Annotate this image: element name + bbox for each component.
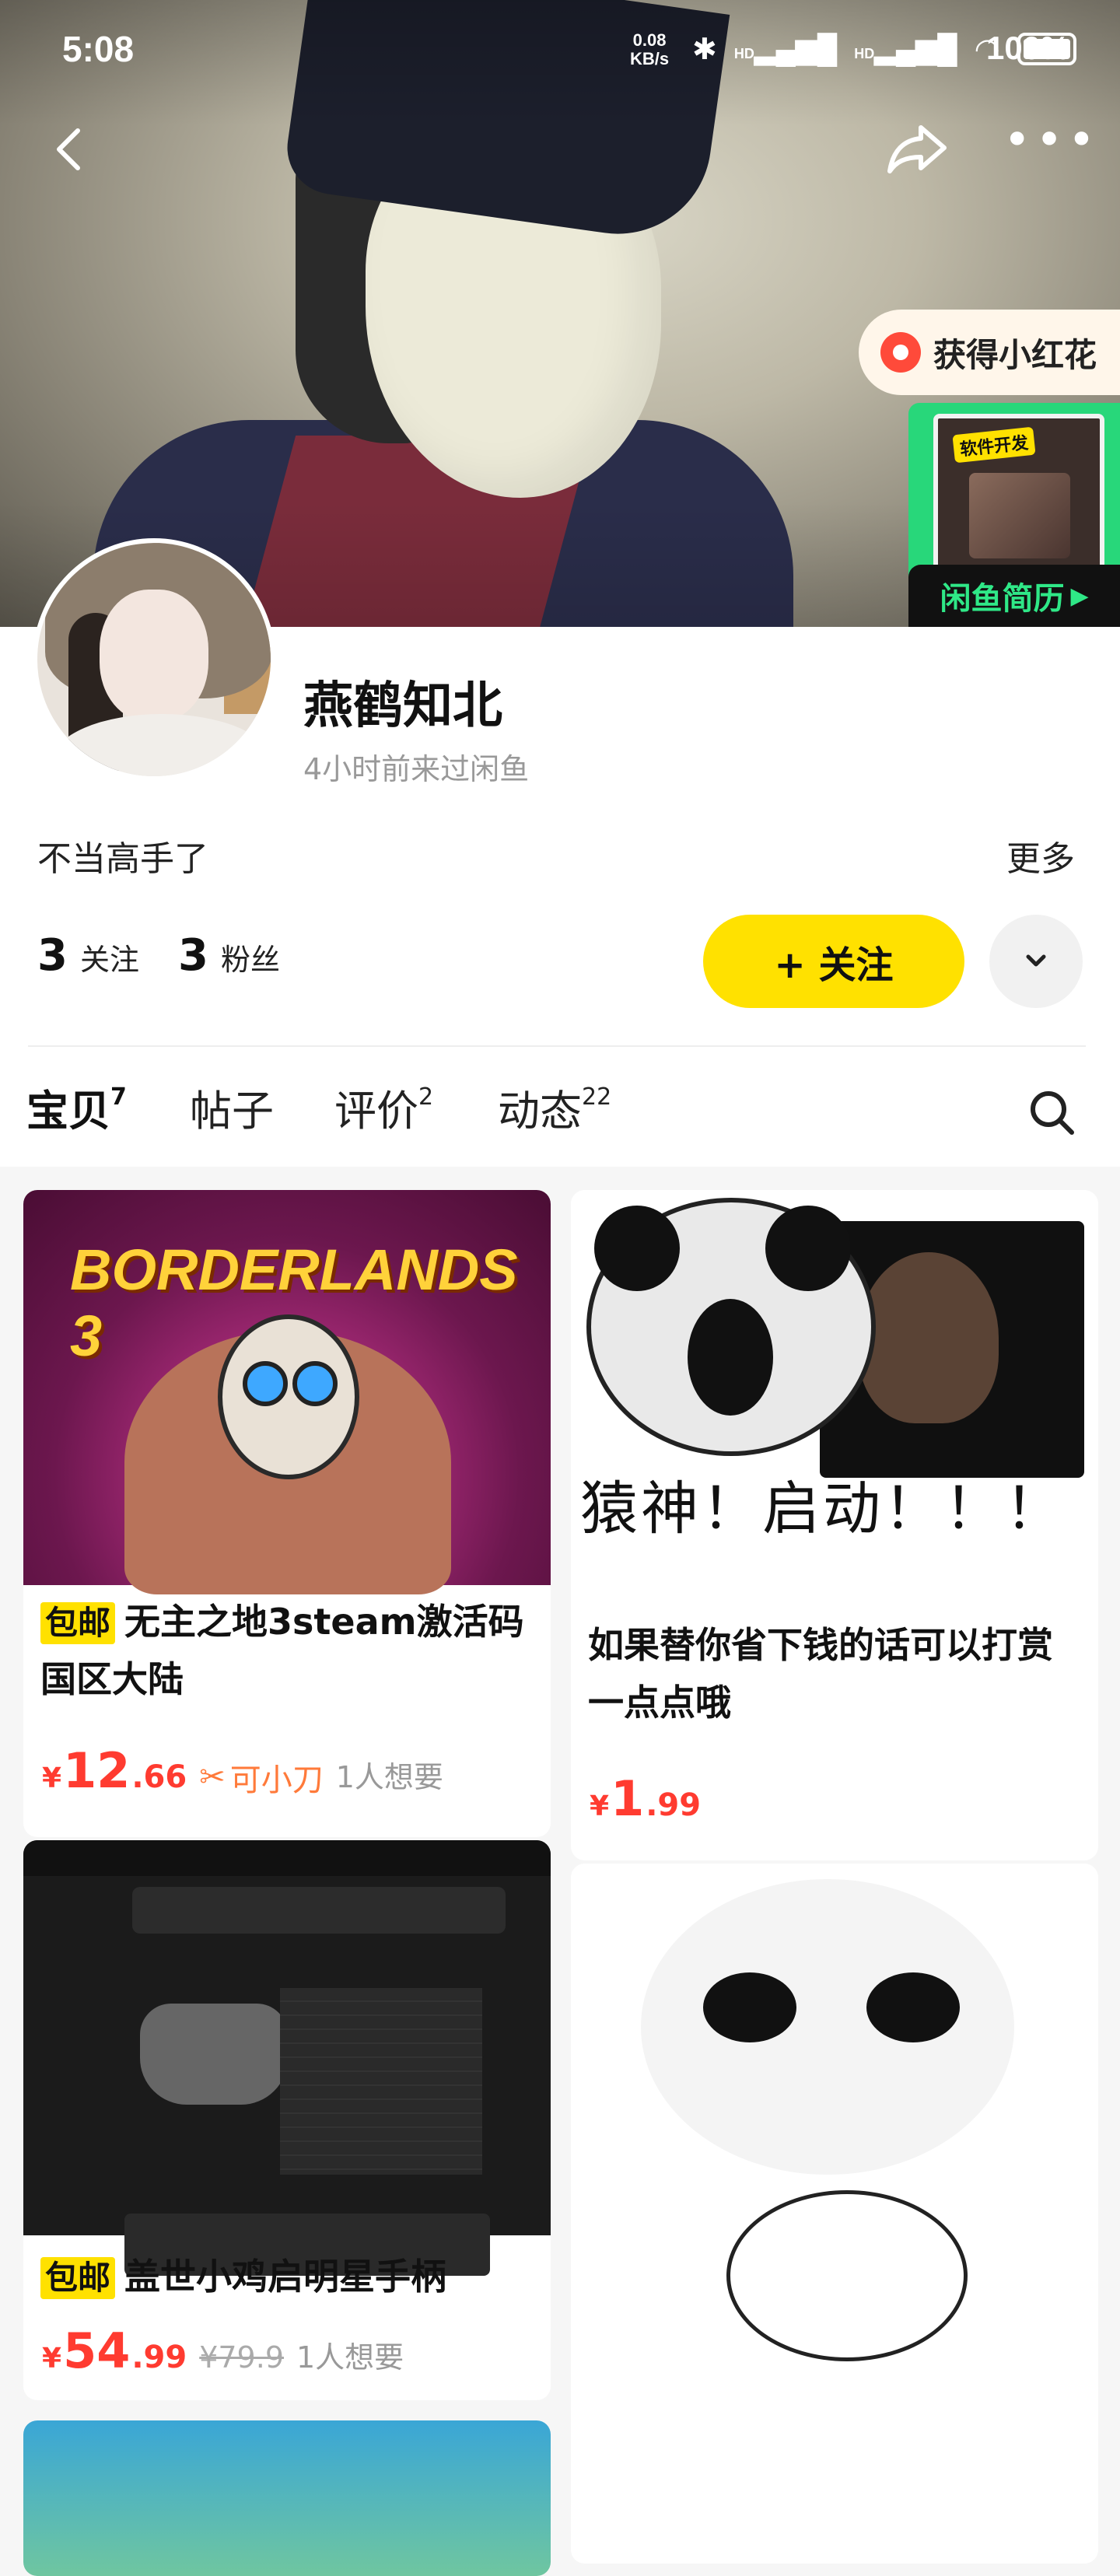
item-image: 猿神！启动！！！ (571, 1190, 1098, 1610)
price-row: ¥ 54 .99 ¥79.9 1人想要 (42, 2322, 404, 2379)
fans-label[interactable]: 粉丝 (221, 936, 280, 978)
item-title: 包邮 盖世小鸡启明星手柄 (40, 2248, 535, 2305)
item-card[interactable]: BORDERLANDS 3 包邮 无主之地3steam激活码国区大陆 ¥ 12 .… (23, 1190, 551, 1837)
status-time: 5:08 (62, 29, 135, 69)
item-image (23, 1840, 551, 2276)
tab-label: 宝贝 (26, 1087, 110, 1136)
currency-symbol: ¥ (42, 2343, 62, 2375)
tab-label: 评价 (334, 1087, 418, 1136)
divider (28, 1045, 1086, 1047)
knife-icon: ✂ (199, 1759, 226, 1795)
more-options-icon[interactable]: ••• (1003, 117, 1095, 174)
username: 燕鹤知北 (303, 677, 502, 735)
currency-symbol: ¥ (42, 1762, 62, 1794)
image-title-text: BORDERLANDS 3 (70, 1237, 518, 1368)
more-link[interactable]: 更多 (1006, 831, 1075, 880)
tab-items[interactable]: 宝贝7 (23, 1076, 127, 1138)
tab-label: 帖子 (190, 1087, 274, 1136)
net-speed-unit: KB/s (630, 49, 670, 68)
flower-badge-label: 获得小红花 (933, 335, 1097, 374)
price-decimal: .99 (646, 1787, 702, 1823)
item-card[interactable] (23, 2420, 551, 2576)
following-label[interactable]: 关注 (80, 936, 139, 978)
item-card[interactable]: 包邮 盖世小鸡启明星手柄 ¥ 54 .99 ¥79.9 1人想要 (23, 1840, 551, 2400)
item-image (571, 1864, 1098, 2564)
price-integer: 54 (63, 2322, 131, 2379)
item-card[interactable] (571, 1864, 1098, 2564)
tab-count: 7 (110, 1083, 127, 1111)
price-integer: 12 (63, 1742, 131, 1799)
item-card[interactable]: 猿神！启动！！！ 如果替你省下钱的话可以打赏一点点哦 ¥ 1 .99 (571, 1190, 1098, 1860)
image-caption: 猿神！启动！！！ (580, 1475, 1066, 1542)
want-count: 1人想要 (296, 2340, 404, 2375)
item-title: 如果替你省下钱的话可以打赏一点点哦 (588, 1624, 1053, 1724)
signal-icon-2: HD▂▄▆█ (854, 33, 957, 65)
free-shipping-badge: 包邮 (40, 2257, 116, 2299)
follow-button[interactable]: + 关注 (703, 915, 964, 1008)
get-flower-button[interactable]: 获得小红花 (859, 310, 1120, 395)
network-speed: 0.08 KB/s (630, 31, 669, 68)
tab-reviews[interactable]: 评价2 (334, 1076, 433, 1138)
original-price: ¥79.9 (199, 2340, 284, 2375)
tab-posts[interactable]: 帖子 (190, 1076, 274, 1138)
price-integer: 1 (611, 1770, 645, 1827)
flower-icon (880, 332, 921, 373)
battery-percent: 100% (986, 30, 1070, 66)
tab-activity[interactable]: 动态22 (498, 1076, 611, 1138)
bio-text: 不当高手了 (37, 839, 208, 879)
search-icon[interactable] (1025, 1086, 1080, 1140)
tab-count: 22 (582, 1083, 612, 1111)
stats-row: 3 关注 3 粉丝 (37, 930, 306, 981)
avatar[interactable] (33, 538, 275, 781)
price-row: ¥ 12 .66 ✂ 可小刀 1人想要 (42, 1742, 443, 1800)
item-image: BORDERLANDS 3 (23, 1190, 551, 1594)
items-grid: BORDERLANDS 3 包邮 无主之地3steam激活码国区大陆 ¥ 12 .… (0, 1167, 1120, 2576)
signal-icon-1: HD▂▄▆█ (733, 33, 838, 65)
play-triangle-icon: ▶ (1070, 582, 1089, 610)
currency-symbol: ¥ (590, 1790, 610, 1822)
free-shipping-badge: 包邮 (40, 1602, 116, 1644)
following-count[interactable]: 3 (37, 930, 68, 981)
bargain-tag: ✂ 可小刀 (199, 1759, 324, 1798)
want-count: 1人想要 (335, 1760, 443, 1794)
resume-label: 闲鱼简历 (940, 581, 1065, 617)
tab-label: 动态 (498, 1087, 582, 1136)
price-decimal: .66 (131, 1759, 187, 1795)
back-icon[interactable] (47, 124, 96, 174)
tab-count: 2 (418, 1083, 434, 1111)
net-speed-value: 0.08 (632, 30, 667, 50)
resume-thumbnail: 软件开发 (933, 414, 1104, 576)
fans-count[interactable]: 3 (178, 930, 208, 981)
item-title: 包邮 无主之地3steam激活码国区大陆 (40, 1601, 524, 1700)
resume-link[interactable]: 闲鱼简历 ▶ (908, 565, 1120, 627)
share-icon[interactable] (887, 121, 949, 177)
dropdown-button[interactable] (989, 915, 1083, 1008)
price-row: ¥ 1 .99 (590, 1770, 701, 1827)
chevron-down-icon (1026, 954, 1046, 967)
resume-tag: 软件开发 (952, 426, 1036, 464)
bluetooth-icon: ✱ (692, 33, 717, 66)
status-bar: 5:08 0.08 KB/s ✱ HD▂▄▆█ HD▂▄▆█ ◠ 100% (0, 0, 1120, 93)
price-decimal: .99 (131, 2340, 187, 2375)
last-seen-text: 4小时前来过闲鱼 (303, 752, 530, 786)
profile-tabs: 宝贝7 帖子 评价2 动态22 (23, 1076, 1115, 1162)
